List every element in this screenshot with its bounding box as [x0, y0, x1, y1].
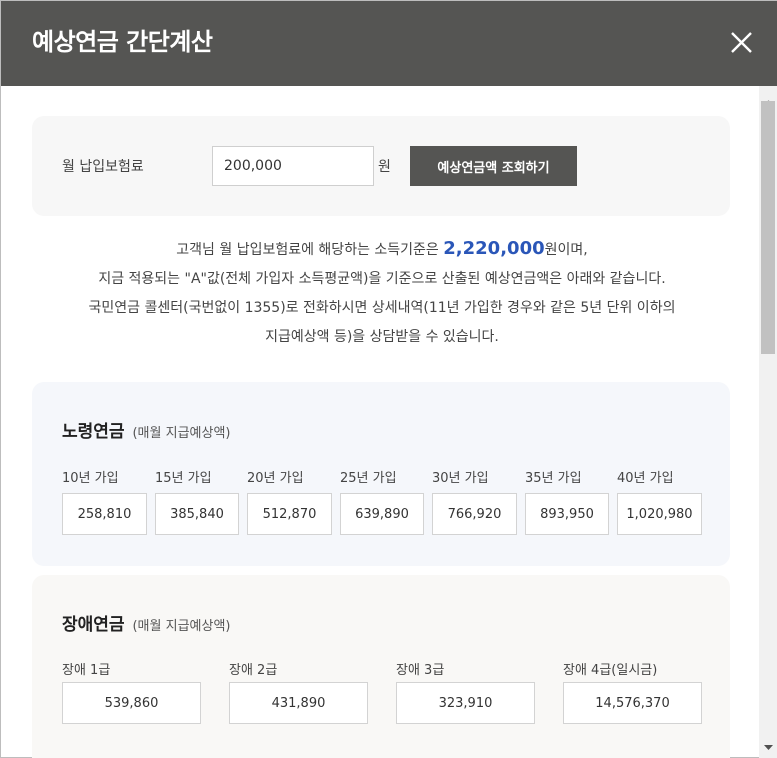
- pension-calculator-modal: 예상연금 간단계산 월 납입보험료 원 예상연금액 조회하기 고객님 월 납입보…: [0, 0, 777, 758]
- old-age-label-25y: 25년 가입: [340, 471, 397, 486]
- old-age-value-20y: 512,870: [247, 493, 332, 535]
- result-description: 고객님 월 납입보험료에 해당하는 소득기준은 2,220,000원이며, 지금…: [1, 234, 759, 352]
- old-age-label-20y: 20년 가입: [247, 471, 304, 486]
- modal-body: 월 납입보험료 원 예상연금액 조회하기 고객님 월 납입보험료에 해당하는 소…: [1, 86, 759, 758]
- disability-label-grade-3: 장애 3급: [396, 663, 445, 678]
- info-line-1-suffix: 원이며,: [544, 242, 588, 258]
- disability-value-grade-1: 539,860: [62, 682, 201, 724]
- info-line-4: 지급예상액 등)을 상담받을 수 있습니다.: [265, 329, 499, 345]
- info-line-1-prefix: 고객님 월 납입보험료에 해당하는 소득기준은: [176, 242, 444, 258]
- info-line-3: 국민연금 콜센터(국번없이 1355)로 전화하시면 상세내역(11년 가입한 …: [88, 300, 676, 316]
- scrollbar-thumb[interactable]: [761, 101, 775, 354]
- old-age-value-15y: 385,840: [155, 493, 239, 535]
- close-icon: [731, 32, 752, 53]
- old-age-value-25y: 639,890: [340, 493, 424, 535]
- close-button[interactable]: [724, 25, 760, 61]
- modal-title: 예상연금 간단계산: [32, 28, 213, 56]
- info-line-1: 고객님 월 납입보험료에 해당하는 소득기준은 2,220,000원이며,: [1, 234, 759, 265]
- old-age-pension-card: 노령연금 (매월 지급예상액) 10년 가입 15년 가입 20년 가입 25년…: [32, 382, 730, 566]
- vertical-scrollbar[interactable]: [759, 86, 777, 758]
- premium-amount-input[interactable]: [212, 146, 374, 186]
- disability-label-grade-4: 장애 4급(일시금): [563, 663, 658, 678]
- disability-value-grade-4: 14,576,370: [563, 682, 702, 724]
- old-age-value-10y: 258,810: [62, 493, 147, 535]
- disability-title-text: 장애연금: [62, 615, 125, 635]
- premium-input-panel: 월 납입보험료 원 예상연금액 조회하기: [32, 116, 730, 216]
- old-age-label-40y: 40년 가입: [617, 471, 674, 486]
- old-age-pension-title: 노령연금 (매월 지급예상액): [62, 417, 230, 442]
- info-line-2: 지금 적용되는 "A"값(전체 가입자 소득평균액)을 기준으로 산출된 예상연…: [98, 271, 666, 287]
- disability-pension-title: 장애연금 (매월 지급예상액): [62, 610, 230, 635]
- old-age-value-30y: 766,920: [432, 493, 517, 535]
- old-age-label-35y: 35년 가입: [525, 471, 582, 486]
- disability-value-grade-3: 323,910: [396, 682, 535, 724]
- disability-label-grade-2: 장애 2급: [229, 663, 278, 678]
- lookup-pension-button[interactable]: 예상연금액 조회하기: [410, 146, 577, 186]
- disability-label-grade-1: 장애 1급: [62, 663, 111, 678]
- old-age-title-text: 노령연금: [62, 422, 125, 442]
- premium-label: 월 납입보험료: [62, 159, 144, 175]
- income-standard-amount: 2,220,000: [443, 238, 545, 259]
- old-age-value-35y: 893,950: [525, 493, 609, 535]
- old-age-subtitle: (매월 지급예상액): [132, 426, 231, 441]
- disability-pension-card: 장애연금 (매월 지급예상액) 장애 1급 장애 2급 장애 3급 장애 4급(…: [32, 575, 730, 758]
- currency-unit-label: 원: [378, 159, 391, 175]
- old-age-label-15y: 15년 가입: [155, 471, 212, 486]
- modal-header: 예상연금 간단계산: [1, 1, 777, 86]
- disability-subtitle: (매월 지급예상액): [132, 619, 231, 634]
- old-age-value-40y: 1,020,980: [617, 493, 702, 535]
- scroll-down-button[interactable]: [759, 738, 777, 750]
- disability-value-grade-2: 431,890: [229, 682, 368, 724]
- arrow-down-icon: [764, 745, 773, 750]
- old-age-label-30y: 30년 가입: [432, 471, 489, 486]
- old-age-label-10y: 10년 가입: [62, 471, 119, 486]
